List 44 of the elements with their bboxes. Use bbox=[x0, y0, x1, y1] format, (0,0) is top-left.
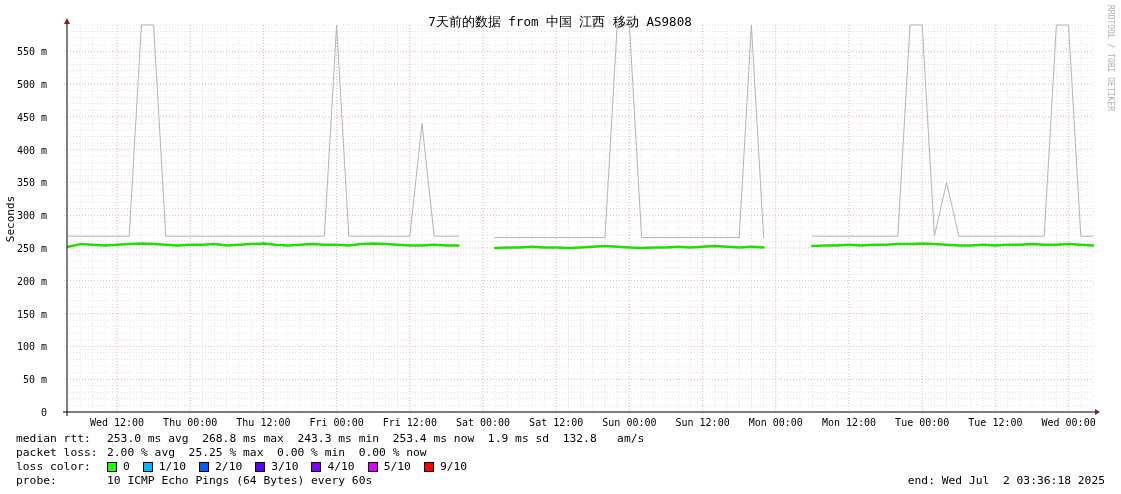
x-tick-label: Tue 12:00 bbox=[968, 417, 1023, 428]
x-tick-label: Fri 00:00 bbox=[309, 417, 364, 428]
loss-level-label: 9/10 bbox=[439, 460, 468, 474]
y-tick-label: 0 bbox=[40, 407, 47, 418]
x-tick-label: Mon 00:00 bbox=[748, 417, 803, 428]
loss-level-label: 4/10 bbox=[327, 460, 355, 474]
x-tick-label: Fri 12:00 bbox=[382, 417, 437, 428]
x-tick-label: Sun 12:00 bbox=[675, 417, 730, 428]
x-tick-label: Wed 12:00 bbox=[89, 417, 145, 428]
loss-level-label: 1/10 bbox=[158, 460, 187, 474]
y-tick-label: 300 m bbox=[16, 210, 47, 222]
legend-label: probe: bbox=[16, 474, 58, 488]
y-tick-label: 550 m bbox=[16, 46, 47, 58]
end-time: end: Wed Jul 2 03:36:18 2025 bbox=[907, 474, 1105, 488]
legend-label: median rtt: bbox=[16, 432, 92, 446]
x-tick-label: Sun 00:00 bbox=[602, 417, 657, 428]
credit-text: RRDTOOL / TOBI OETIKER bbox=[1106, 5, 1115, 111]
x-tick-label: Tue 00:00 bbox=[895, 417, 950, 428]
legend-label: packet loss: bbox=[16, 446, 99, 460]
y-tick-label: 50 m bbox=[22, 374, 47, 386]
median-rtt-stats: 253.0 ms avg 268.8 ms max 243.3 ms min 253.4 ms now 1.9 ms sd 132.8 am/s bbox=[107, 432, 645, 446]
x-tick-label: Wed 00:00 bbox=[1041, 417, 1096, 428]
loss-level-label: 2/10 bbox=[215, 460, 243, 474]
y-axis-title: Seconds bbox=[4, 195, 17, 243]
y-tick-label: 150 m bbox=[16, 308, 47, 320]
x-tick-label: Mon 12:00 bbox=[821, 417, 877, 428]
x-tick-label: Thu 12:00 bbox=[236, 417, 291, 428]
loss-level-label: 5/10 bbox=[383, 460, 411, 474]
loss-level-label: 3/10 bbox=[271, 460, 299, 474]
y-tick-label: 250 m bbox=[16, 243, 47, 254]
x-tick-label: Thu 00:00 bbox=[163, 417, 218, 428]
probe-description: 10 ICMP Echo Pings (64 Bytes) every 60s bbox=[107, 474, 373, 488]
y-tick-label: 400 m bbox=[16, 144, 47, 156]
packet-loss-stats: 2.00 % avg 25.25 % max 0.00 % min 0.00 % now bbox=[107, 446, 427, 460]
y-tick-label: 350 m bbox=[16, 177, 47, 189]
loss-level-label: 0 bbox=[123, 460, 130, 474]
y-tick-label: 450 m bbox=[16, 111, 47, 123]
y-tick-label: 500 m bbox=[16, 79, 47, 91]
y-tick-label: 100 m bbox=[16, 341, 47, 353]
legend-label: loss color: bbox=[16, 460, 92, 474]
x-tick-label: Sat 12:00 bbox=[529, 417, 584, 428]
chart-title: 7天前的数据 from 中国 江西 移动 AS9808 bbox=[428, 14, 692, 29]
y-tick-label: 200 m bbox=[16, 275, 47, 287]
x-tick-label: Sat 00:00 bbox=[455, 417, 511, 428]
